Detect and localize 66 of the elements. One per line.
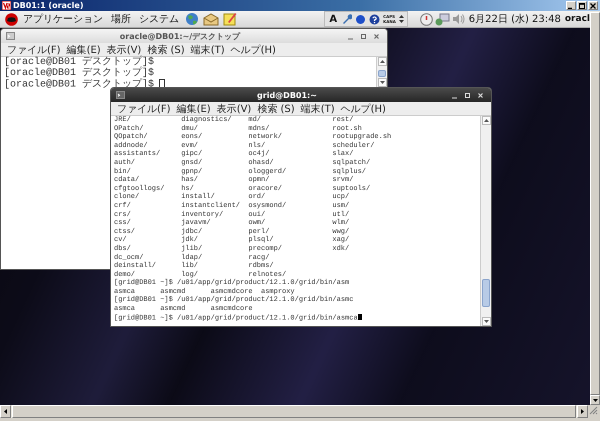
scroll-down-button[interactable] (482, 317, 490, 326)
maximize-icon (360, 32, 367, 40)
scroll-right-button[interactable] (577, 405, 588, 418)
window-title: oracle@DB01:~/デスクトップ (118, 30, 242, 42)
menu-item[interactable]: 編集(E) (64, 42, 104, 56)
menu-item[interactable]: 表示(V) (104, 42, 144, 56)
terminal-icon[interactable] (116, 91, 125, 99)
maximize-icon (464, 92, 471, 98)
menu-item[interactable]: 編集(E) (174, 102, 214, 116)
menu-item[interactable]: アプリケーション (19, 12, 107, 26)
close-icon (590, 2, 596, 8)
terminal-line: [oracle@DB01 デスクトップ]$ (4, 68, 154, 79)
help-icon[interactable] (369, 14, 380, 24)
down-arrow-icon (380, 81, 384, 84)
clock[interactable]: 6月22日 (水) 23:48 (468, 12, 561, 26)
menu-item[interactable]: ヘルプ(H) (228, 42, 279, 56)
redhat-icon[interactable] (4, 12, 19, 26)
scroll-up-button[interactable] (482, 116, 490, 125)
maximize-icon (579, 2, 585, 8)
close-icon (373, 32, 380, 40)
scrollbar-thumb[interactable] (378, 70, 386, 78)
down-arrow-icon (484, 320, 488, 323)
close-icon (477, 92, 484, 98)
minimize-button[interactable] (566, 1, 576, 10)
user-name[interactable]: oracl (564, 14, 590, 24)
caret-icon[interactable] (398, 14, 404, 24)
menu-item[interactable]: ファイル(F) (4, 42, 64, 56)
close-button[interactable] (475, 92, 486, 98)
scrollbar-thumb[interactable] (482, 278, 490, 308)
down-arrow-icon (592, 398, 598, 402)
scrollbar[interactable] (376, 57, 387, 87)
mail-icon[interactable] (203, 12, 219, 26)
terminal-line: [oracle@DB01 デスクトップ]$ (4, 57, 154, 68)
maximize-button[interactable] (577, 1, 587, 10)
dot-icon[interactable] (355, 14, 366, 24)
menu-item[interactable]: 場所 (107, 12, 135, 26)
right-arrow-icon (581, 409, 584, 414)
scroll-down-button[interactable] (378, 78, 386, 87)
menu-item[interactable]: システム (135, 12, 183, 26)
gauge-icon[interactable] (420, 12, 433, 26)
menu-item[interactable]: ファイル(F) (114, 102, 174, 116)
scrollbar[interactable] (480, 116, 491, 326)
note-icon[interactable] (223, 12, 237, 26)
up-arrow-icon (484, 119, 488, 122)
vnc-icon (2, 1, 11, 10)
terminal-icon[interactable] (6, 32, 15, 40)
wrench-icon[interactable] (341, 14, 352, 24)
menu-item[interactable]: 検索 (S) (254, 102, 298, 116)
scroll-up-button[interactable] (378, 57, 386, 66)
up-arrow-icon (380, 60, 384, 63)
menu-item[interactable]: 端末(T) (188, 42, 228, 56)
menu-item[interactable]: ヘルプ(H) (338, 102, 389, 116)
globe-icon[interactable] (185, 12, 199, 26)
menu-item[interactable]: 検索 (S) (144, 42, 188, 56)
maximize-button[interactable] (462, 92, 473, 98)
scroll-left-button[interactable] (0, 405, 11, 418)
network-icon[interactable] (434, 12, 450, 26)
resize-grip-icon[interactable] (588, 405, 598, 415)
close-button[interactable] (588, 1, 598, 10)
input-mode-indicator[interactable]: A (328, 14, 338, 24)
window-title: DB01:1 (oracle) (13, 1, 84, 10)
menu-item[interactable]: 端末(T) (298, 102, 338, 116)
left-arrow-icon (4, 409, 7, 414)
window-title: grid@DB01:~ (256, 90, 318, 100)
menu-item[interactable]: 表示(V) (214, 102, 254, 116)
text-cursor (358, 314, 362, 320)
